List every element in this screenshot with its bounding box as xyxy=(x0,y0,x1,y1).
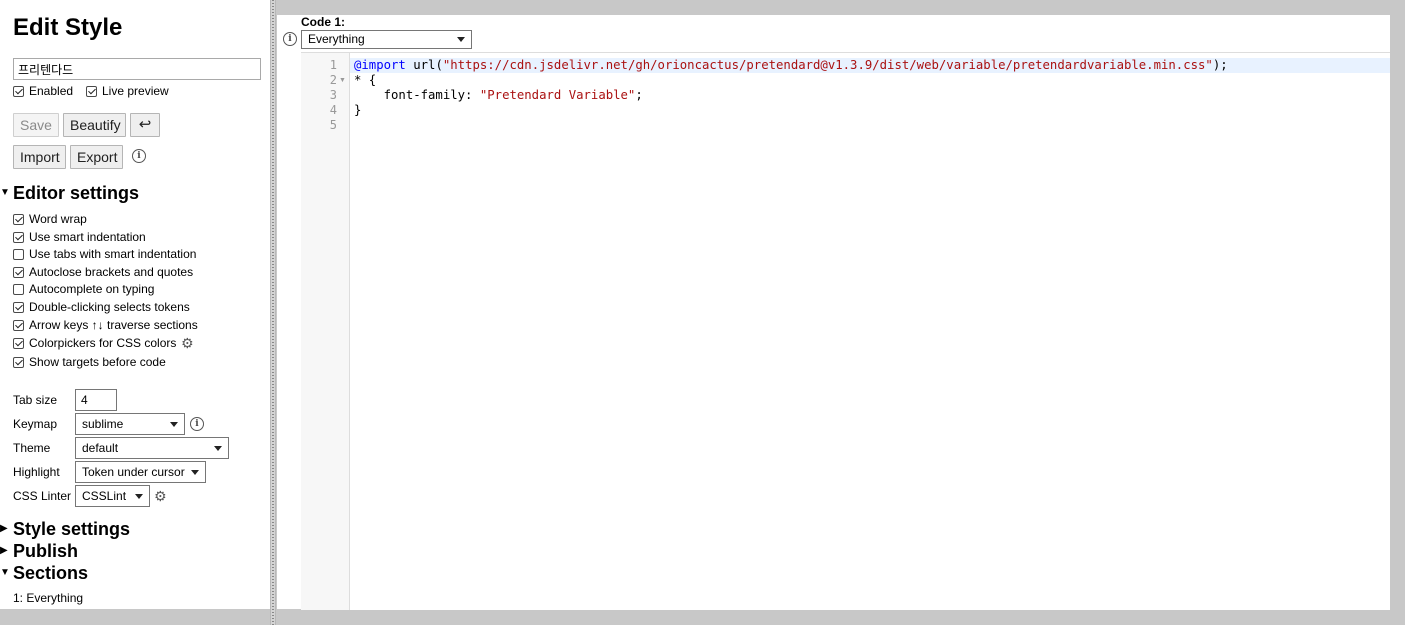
triangle-right-icon[interactable]: ▶ xyxy=(0,540,8,562)
option-label: Autoclose brackets and quotes xyxy=(29,265,194,279)
keymap-select[interactable]: sublime xyxy=(75,413,185,435)
triangle-right-icon[interactable]: ▶ xyxy=(0,518,8,540)
undo-button[interactable]: ↩ xyxy=(130,113,160,137)
checkbox[interactable] xyxy=(13,337,24,349)
code-text: ); xyxy=(1212,58,1228,72)
code-line[interactable]: * { xyxy=(354,73,376,88)
tab-size-input[interactable] xyxy=(75,389,117,411)
option-label: Use smart indentation xyxy=(29,230,146,244)
save-button[interactable]: Save xyxy=(13,113,59,137)
code-line[interactable]: @import url("https://cdn.jsdelivr.net/gh… xyxy=(354,58,1228,73)
highlight-select[interactable]: Token under cursor xyxy=(75,461,206,483)
code-string: "Pretendard Variable" xyxy=(479,88,636,102)
applies-to-value: Everything xyxy=(308,32,365,46)
gear-icon[interactable]: ⚙ xyxy=(154,489,167,503)
gear-icon[interactable]: ⚙ xyxy=(181,336,194,350)
option-label: Double-clicking selects tokens xyxy=(29,300,190,314)
code-section: Code 1: i Everything 1 2 ▼ 3 4 5 @import… xyxy=(277,15,1390,610)
applies-to-select[interactable]: Everything xyxy=(301,30,472,49)
keymap-label: Keymap xyxy=(13,417,58,431)
chevron-down-icon xyxy=(170,422,178,427)
chevron-down-icon xyxy=(191,470,199,475)
import-button[interactable]: Import xyxy=(13,145,66,169)
option-label: Show targets before code xyxy=(29,355,166,369)
option-arrow-keys[interactable]: Arrow keys ↑↓ traverse sections xyxy=(13,317,198,333)
info-icon[interactable]: i xyxy=(132,149,146,163)
theme-select[interactable]: default xyxy=(75,437,229,459)
info-icon[interactable]: i xyxy=(283,32,297,46)
code-property: font-family: xyxy=(354,88,480,102)
checkbox[interactable] xyxy=(13,319,24,331)
page-title: Edit Style xyxy=(13,14,123,41)
code-string: "https://cdn.jsdelivr.net/gh/orioncactus… xyxy=(442,58,1213,72)
option-colorpickers[interactable]: Colorpickers for CSS colors xyxy=(13,335,176,351)
tab-size-label: Tab size xyxy=(13,393,58,407)
checkbox[interactable] xyxy=(13,283,24,295)
style-name-input[interactable] xyxy=(13,58,261,80)
live-preview-checkbox-row[interactable]: Live preview xyxy=(86,83,169,99)
option-double-click-tokens[interactable]: Double-clicking selects tokens xyxy=(13,299,190,315)
checkbox[interactable] xyxy=(13,248,24,260)
chevron-down-icon xyxy=(135,494,143,499)
option-tabs-smart-indentation[interactable]: Use tabs with smart indentation xyxy=(13,246,196,262)
fold-arrow-icon[interactable]: ▼ xyxy=(339,73,346,88)
enabled-label: Enabled xyxy=(29,84,74,98)
sections-heading[interactable]: Sections xyxy=(13,562,88,584)
line-number: 5 xyxy=(329,118,337,132)
style-settings-heading[interactable]: Style settings xyxy=(13,518,130,540)
css-linter-select[interactable]: CSSLint xyxy=(75,485,150,507)
code-line[interactable]: font-family: "Pretendard Variable"; xyxy=(354,88,643,103)
code-line[interactable]: } xyxy=(354,103,361,118)
publish-heading[interactable]: Publish xyxy=(13,540,78,562)
line-number: 4 xyxy=(329,103,337,117)
chevron-down-icon xyxy=(457,37,465,42)
option-smart-indentation[interactable]: Use smart indentation xyxy=(13,229,146,245)
option-autoclose-brackets[interactable]: Autoclose brackets and quotes xyxy=(13,264,193,280)
code-section-label: Code 1: xyxy=(301,15,346,29)
highlight-label: Highlight xyxy=(13,465,60,479)
sidebar-resize-handle[interactable] xyxy=(270,0,276,625)
checkbox[interactable] xyxy=(13,356,24,368)
code-keyword: @import xyxy=(354,58,406,72)
option-label: Arrow keys ↑↓ traverse sections xyxy=(29,318,198,332)
line-number: 1 xyxy=(329,58,337,72)
enabled-checkbox-row[interactable]: Enabled xyxy=(13,83,73,99)
option-autocomplete[interactable]: Autocomplete on typing xyxy=(13,281,154,297)
keymap-value: sublime xyxy=(82,417,124,431)
line-number: 3 xyxy=(329,88,337,102)
editor-settings-heading[interactable]: Editor settings xyxy=(13,182,139,204)
section-list-item[interactable]: 1: Everything xyxy=(13,591,83,605)
option-show-targets[interactable]: Show targets before code xyxy=(13,354,166,370)
triangle-down-icon[interactable]: ▼ xyxy=(0,562,10,584)
checkbox[interactable] xyxy=(13,301,24,313)
css-linter-value: CSSLint xyxy=(82,489,127,503)
checkbox[interactable] xyxy=(13,266,24,278)
theme-value: default xyxy=(82,441,119,455)
line-number: 2 xyxy=(329,73,337,87)
live-preview-label: Live preview xyxy=(102,84,169,98)
option-word-wrap[interactable]: Word wrap xyxy=(13,211,87,227)
beautify-button[interactable]: Beautify xyxy=(63,113,126,137)
code-editor[interactable]: 1 2 ▼ 3 4 5 @import url("https://cdn.jsd… xyxy=(301,52,1390,610)
checkbox[interactable] xyxy=(13,213,24,225)
sidebar: Edit Style Enabled Live preview Save Bea… xyxy=(0,0,270,609)
option-label: Colorpickers for CSS colors xyxy=(29,336,177,350)
code-text: url( xyxy=(405,58,443,72)
checkbox[interactable] xyxy=(13,231,24,243)
code-text: ; xyxy=(635,88,643,102)
option-label: Word wrap xyxy=(29,212,87,226)
theme-label: Theme xyxy=(13,441,51,455)
option-label: Use tabs with smart indentation xyxy=(29,247,197,261)
enabled-checkbox[interactable] xyxy=(13,85,24,97)
option-label: Autocomplete on typing xyxy=(29,282,155,296)
css-linter-label: CSS Linter xyxy=(13,489,72,503)
line-gutter: 1 2 ▼ 3 4 5 xyxy=(301,53,350,610)
info-icon[interactable]: i xyxy=(190,417,204,431)
highlight-value: Token under cursor xyxy=(82,465,185,479)
chevron-down-icon xyxy=(214,446,222,451)
export-button[interactable]: Export xyxy=(70,145,123,169)
triangle-down-icon[interactable]: ▼ xyxy=(0,182,10,204)
live-preview-checkbox[interactable] xyxy=(86,85,97,97)
